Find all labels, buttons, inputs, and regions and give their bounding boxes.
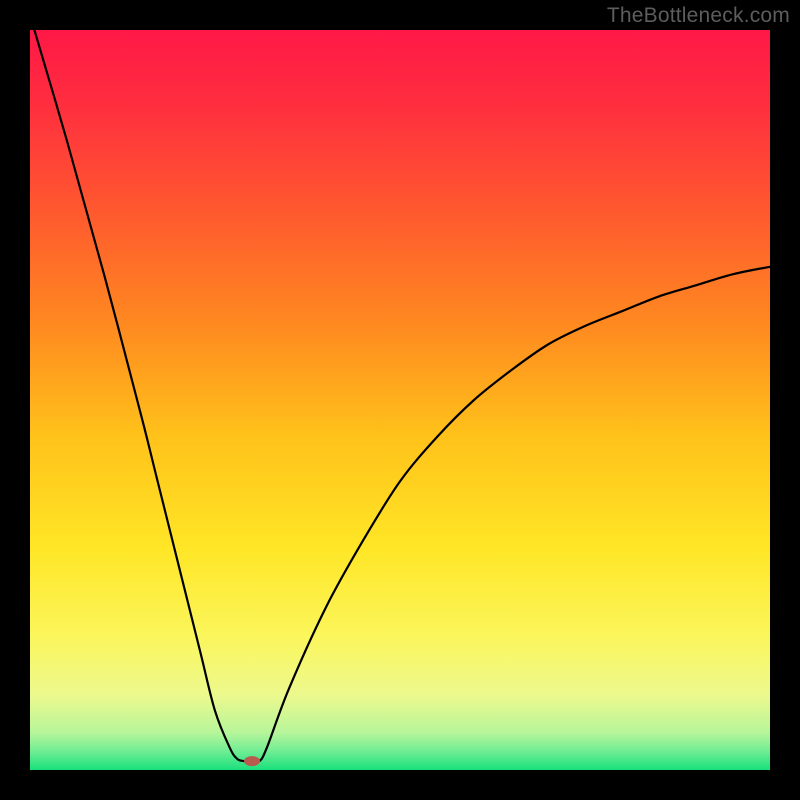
plot-svg bbox=[30, 30, 770, 770]
gradient-background bbox=[30, 30, 770, 770]
chart-frame: TheBottleneck.com bbox=[0, 0, 800, 800]
optimum-marker bbox=[244, 756, 260, 766]
watermark-text: TheBottleneck.com bbox=[607, 4, 790, 28]
plot-area bbox=[30, 30, 770, 770]
